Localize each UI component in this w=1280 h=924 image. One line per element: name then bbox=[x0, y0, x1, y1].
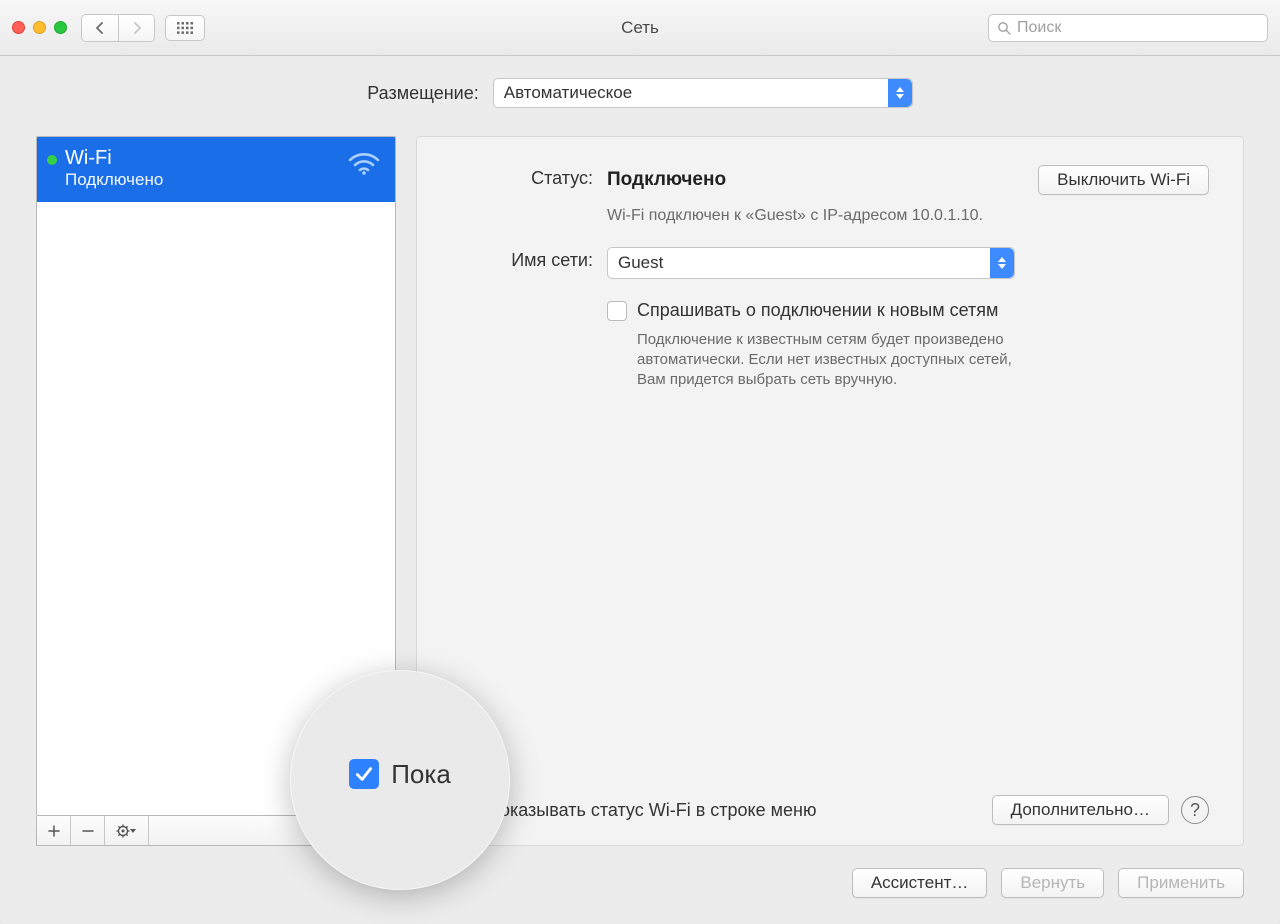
location-value: Автоматическое bbox=[504, 83, 632, 103]
wifi-icon bbox=[347, 149, 381, 175]
revert-button[interactable]: Вернуть bbox=[1001, 868, 1104, 898]
status-label: Статус: bbox=[451, 165, 607, 189]
toolbar: Сеть Поиск bbox=[0, 0, 1280, 56]
footer: Ассистент… Вернуть Применить bbox=[0, 846, 1280, 924]
content: Размещение: Автоматическое Wi-Fi Подключ… bbox=[0, 56, 1280, 846]
search-placeholder: Поиск bbox=[1017, 19, 1061, 37]
sidebar-item-wifi[interactable]: Wi-Fi Подключено bbox=[37, 137, 395, 202]
back-button[interactable] bbox=[82, 15, 118, 41]
status-value: Подключено bbox=[607, 169, 726, 191]
location-row: Размещение: Автоматическое bbox=[36, 78, 1244, 108]
status-dot-icon bbox=[47, 155, 57, 165]
service-status: Подключено bbox=[65, 170, 379, 190]
zoom-checkbox-icon bbox=[349, 759, 379, 789]
search-input[interactable]: Поиск bbox=[988, 14, 1268, 42]
show-all-button[interactable] bbox=[165, 15, 205, 41]
close-window-button[interactable] bbox=[12, 21, 25, 34]
ask-to-join-description: Подключение к известным сетям будет прои… bbox=[637, 330, 1027, 391]
search-icon bbox=[997, 21, 1011, 35]
service-name: Wi-Fi bbox=[65, 147, 379, 170]
apply-button[interactable]: Применить bbox=[1118, 868, 1244, 898]
zoom-callout: Пока bbox=[290, 670, 510, 890]
advanced-button[interactable]: Дополнительно… bbox=[992, 795, 1169, 825]
network-value: Guest bbox=[618, 253, 663, 273]
turn-off-wifi-button[interactable]: Выключить Wi-Fi bbox=[1038, 165, 1209, 195]
detail-pane: Статус: Подключено Выключить Wi-Fi Wi-Fi… bbox=[416, 136, 1244, 846]
zoom-text: Пока bbox=[391, 759, 451, 790]
add-service-button[interactable] bbox=[37, 816, 71, 845]
ask-to-join-label: Спрашивать о подключении к новым сетям bbox=[637, 299, 998, 322]
location-select[interactable]: Автоматическое bbox=[493, 78, 913, 108]
chevron-updown-icon bbox=[990, 248, 1014, 278]
status-description: Wi-Fi подключен к «Guest» с IP-адресом 1… bbox=[607, 205, 1027, 227]
minimize-window-button[interactable] bbox=[33, 21, 46, 34]
traffic-lights bbox=[12, 21, 67, 34]
network-label: Имя сети: bbox=[451, 247, 607, 271]
network-prefs-window: Сеть Поиск Размещение: Автоматическое Wi… bbox=[0, 0, 1280, 924]
service-action-menu[interactable] bbox=[105, 816, 149, 845]
help-button[interactable]: ? bbox=[1181, 796, 1209, 824]
location-label: Размещение: bbox=[367, 83, 478, 104]
remove-service-button[interactable] bbox=[71, 816, 105, 845]
gear-icon bbox=[116, 824, 138, 838]
ask-to-join-checkbox[interactable] bbox=[607, 301, 627, 321]
check-icon bbox=[355, 766, 373, 782]
network-select[interactable]: Guest bbox=[607, 247, 1015, 279]
forward-button[interactable] bbox=[118, 15, 154, 41]
assistant-button[interactable]: Ассистент… bbox=[852, 868, 988, 898]
minus-icon bbox=[82, 825, 94, 837]
detail-bottom-row: Показывать статус Wi-Fi в строке меню До… bbox=[451, 785, 1209, 825]
plus-icon bbox=[48, 825, 60, 837]
nav-buttons bbox=[81, 14, 155, 42]
main-columns: Wi-Fi Подключено bbox=[36, 136, 1244, 846]
show-wifi-menubar-label: Показывать статус Wi-Fi в строке меню bbox=[487, 800, 816, 821]
chevron-updown-icon bbox=[888, 79, 912, 107]
zoom-window-button[interactable] bbox=[54, 21, 67, 34]
